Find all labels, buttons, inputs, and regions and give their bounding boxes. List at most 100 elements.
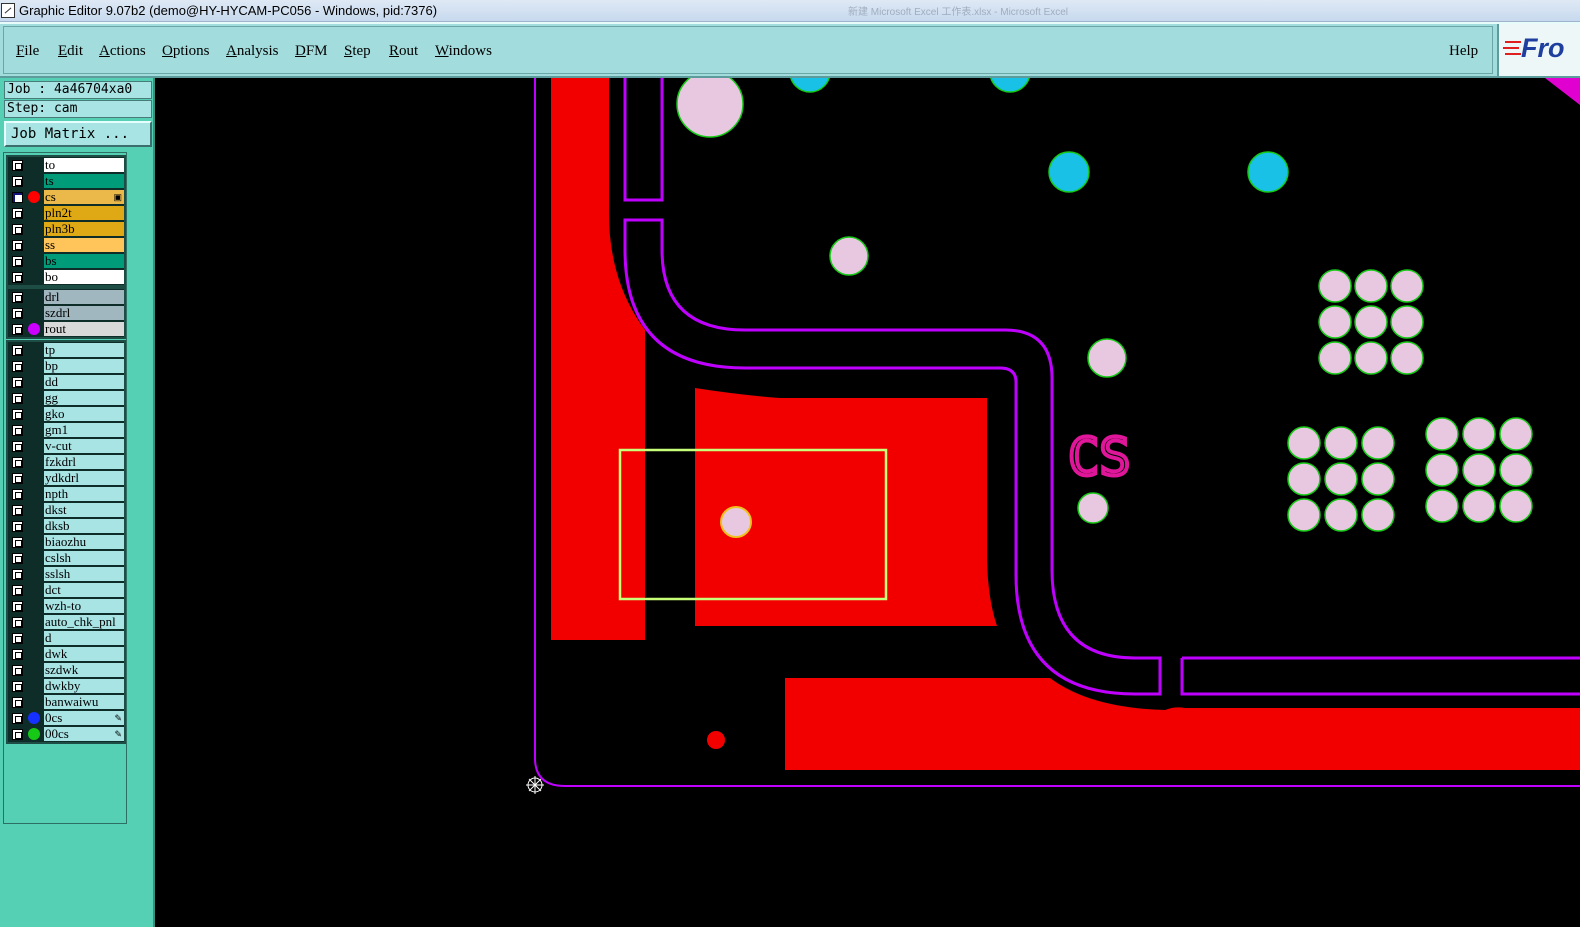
layer-name[interactable]: npth: [44, 487, 124, 501]
layer-name[interactable]: auto_chk_pnl: [44, 615, 124, 629]
layer-checkbox[interactable]: [12, 160, 23, 171]
layer-checkbox[interactable]: [12, 192, 23, 203]
layer-checkbox[interactable]: [12, 553, 23, 564]
menu-actions[interactable]: Actions: [99, 43, 146, 60]
layer-name[interactable]: bo: [44, 270, 124, 284]
layer-row-gg[interactable]: gg: [8, 390, 124, 406]
menu-step[interactable]: Step: [344, 43, 371, 60]
layer-row-tp[interactable]: tp: [8, 342, 124, 358]
layer-checkbox[interactable]: [12, 292, 23, 303]
layer-row-bs[interactable]: bs: [8, 253, 124, 269]
layer-name[interactable]: wzh-to: [44, 599, 124, 613]
layer-checkbox[interactable]: [12, 649, 23, 660]
layer-row-dwkby[interactable]: dwkby: [8, 678, 124, 694]
layer-row-gm1[interactable]: gm1: [8, 422, 124, 438]
layer-name[interactable]: rout: [44, 322, 124, 336]
layer-name[interactable]: tp: [44, 343, 124, 357]
menu-help[interactable]: Help: [1449, 43, 1478, 60]
layer-name[interactable]: drl: [44, 290, 124, 304]
layer-name[interactable]: gg: [44, 391, 124, 405]
layer-checkbox[interactable]: [12, 537, 23, 548]
layer-checkbox[interactable]: [12, 697, 23, 708]
layer-checkbox[interactable]: [12, 361, 23, 372]
layer-name[interactable]: sslsh: [44, 567, 124, 581]
layer-row-bo[interactable]: bo: [8, 269, 124, 285]
layer-row-bp[interactable]: bp: [8, 358, 124, 374]
job-matrix-button[interactable]: Job Matrix ...: [4, 121, 152, 147]
layer-checkbox[interactable]: [12, 713, 23, 724]
layer-name[interactable]: banwaiwu: [44, 695, 124, 709]
layer-row-cslsh[interactable]: cslsh: [8, 550, 124, 566]
layer-checkbox[interactable]: [12, 569, 23, 580]
layer-name[interactable]: ss: [44, 238, 124, 252]
layer-row-biaozhu[interactable]: biaozhu: [8, 534, 124, 550]
layer-checkbox[interactable]: [12, 665, 23, 676]
layer-row-00cs[interactable]: 00cs ✎: [8, 726, 124, 742]
layer-name[interactable]: pln3b: [44, 222, 124, 236]
layer-row-d[interactable]: d: [8, 630, 124, 646]
layer-row-rout[interactable]: rout: [8, 321, 124, 337]
layer-name[interactable]: gm1: [44, 423, 124, 437]
layer-row-drl[interactable]: drl: [8, 289, 124, 305]
layer-row-szdwk[interactable]: szdwk: [8, 662, 124, 678]
layer-checkbox[interactable]: [12, 240, 23, 251]
layer-row-to[interactable]: to: [8, 157, 124, 173]
layer-checkbox[interactable]: [12, 345, 23, 356]
layer-row-fzkdrl[interactable]: fzkdrl: [8, 454, 124, 470]
layer-checkbox[interactable]: [12, 224, 23, 235]
layer-checkbox[interactable]: [12, 505, 23, 516]
menu-rout[interactable]: Rout: [389, 43, 418, 60]
layer-checkbox[interactable]: [12, 409, 23, 420]
layer-name[interactable]: dwkby: [44, 679, 124, 693]
layer-row-v-cut[interactable]: v-cut: [8, 438, 124, 454]
layer-name[interactable]: dksb: [44, 519, 124, 533]
layer-name[interactable]: cslsh: [44, 551, 124, 565]
layer-checkbox[interactable]: [12, 425, 23, 436]
layer-row-auto_chk_pnl[interactable]: auto_chk_pnl: [8, 614, 124, 630]
layer-name[interactable]: szdwk: [44, 663, 124, 677]
layer-checkbox[interactable]: [12, 176, 23, 187]
layer-row-0cs[interactable]: 0cs ✎: [8, 710, 124, 726]
layer-name[interactable]: to: [44, 158, 124, 172]
layer-name[interactable]: dct: [44, 583, 124, 597]
menu-dfm[interactable]: DFM: [295, 43, 328, 60]
app-icon[interactable]: [1, 3, 15, 18]
layer-row-pln2t[interactable]: pln2t: [8, 205, 124, 221]
layer-checkbox[interactable]: [12, 393, 23, 404]
layer-row-cs[interactable]: cs ▣: [8, 189, 124, 205]
layer-row-ydkdrl[interactable]: ydkdrl: [8, 470, 124, 486]
layer-row-dd[interactable]: dd: [8, 374, 124, 390]
layer-checkbox[interactable]: [12, 681, 23, 692]
layer-checkbox[interactable]: [12, 308, 23, 319]
menu-edit[interactable]: Edit: [58, 43, 83, 60]
layer-row-sslsh[interactable]: sslsh: [8, 566, 124, 582]
layer-name[interactable]: d: [44, 631, 124, 645]
layer-row-wzh-to[interactable]: wzh-to: [8, 598, 124, 614]
layer-name[interactable]: fzkdrl: [44, 455, 124, 469]
layer-name[interactable]: dkst: [44, 503, 124, 517]
layer-row-dct[interactable]: dct: [8, 582, 124, 598]
menu-options[interactable]: Options: [162, 43, 210, 60]
layer-checkbox[interactable]: [12, 633, 23, 644]
layer-name[interactable]: szdrl: [44, 306, 124, 320]
menu-file[interactable]: File: [16, 43, 39, 60]
layer-name[interactable]: 0cs ✎: [44, 711, 124, 725]
layer-checkbox[interactable]: [12, 601, 23, 612]
layer-row-dkst[interactable]: dkst: [8, 502, 124, 518]
layer-checkbox[interactable]: [12, 377, 23, 388]
layer-name[interactable]: 00cs ✎: [44, 727, 124, 741]
layer-checkbox[interactable]: [12, 473, 23, 484]
menu-analysis[interactable]: Analysis: [226, 43, 279, 60]
layer-checkbox[interactable]: [12, 585, 23, 596]
layer-checkbox[interactable]: [12, 521, 23, 532]
layer-row-ss[interactable]: ss: [8, 237, 124, 253]
layer-checkbox[interactable]: [12, 729, 23, 740]
layer-row-ts[interactable]: ts: [8, 173, 124, 189]
layer-checkbox[interactable]: [12, 208, 23, 219]
layer-name[interactable]: dwk: [44, 647, 124, 661]
layer-name[interactable]: ts: [44, 174, 124, 188]
layer-name[interactable]: v-cut: [44, 439, 124, 453]
layer-checkbox[interactable]: [12, 441, 23, 452]
layer-row-szdrl[interactable]: szdrl: [8, 305, 124, 321]
layer-name[interactable]: gko: [44, 407, 124, 421]
